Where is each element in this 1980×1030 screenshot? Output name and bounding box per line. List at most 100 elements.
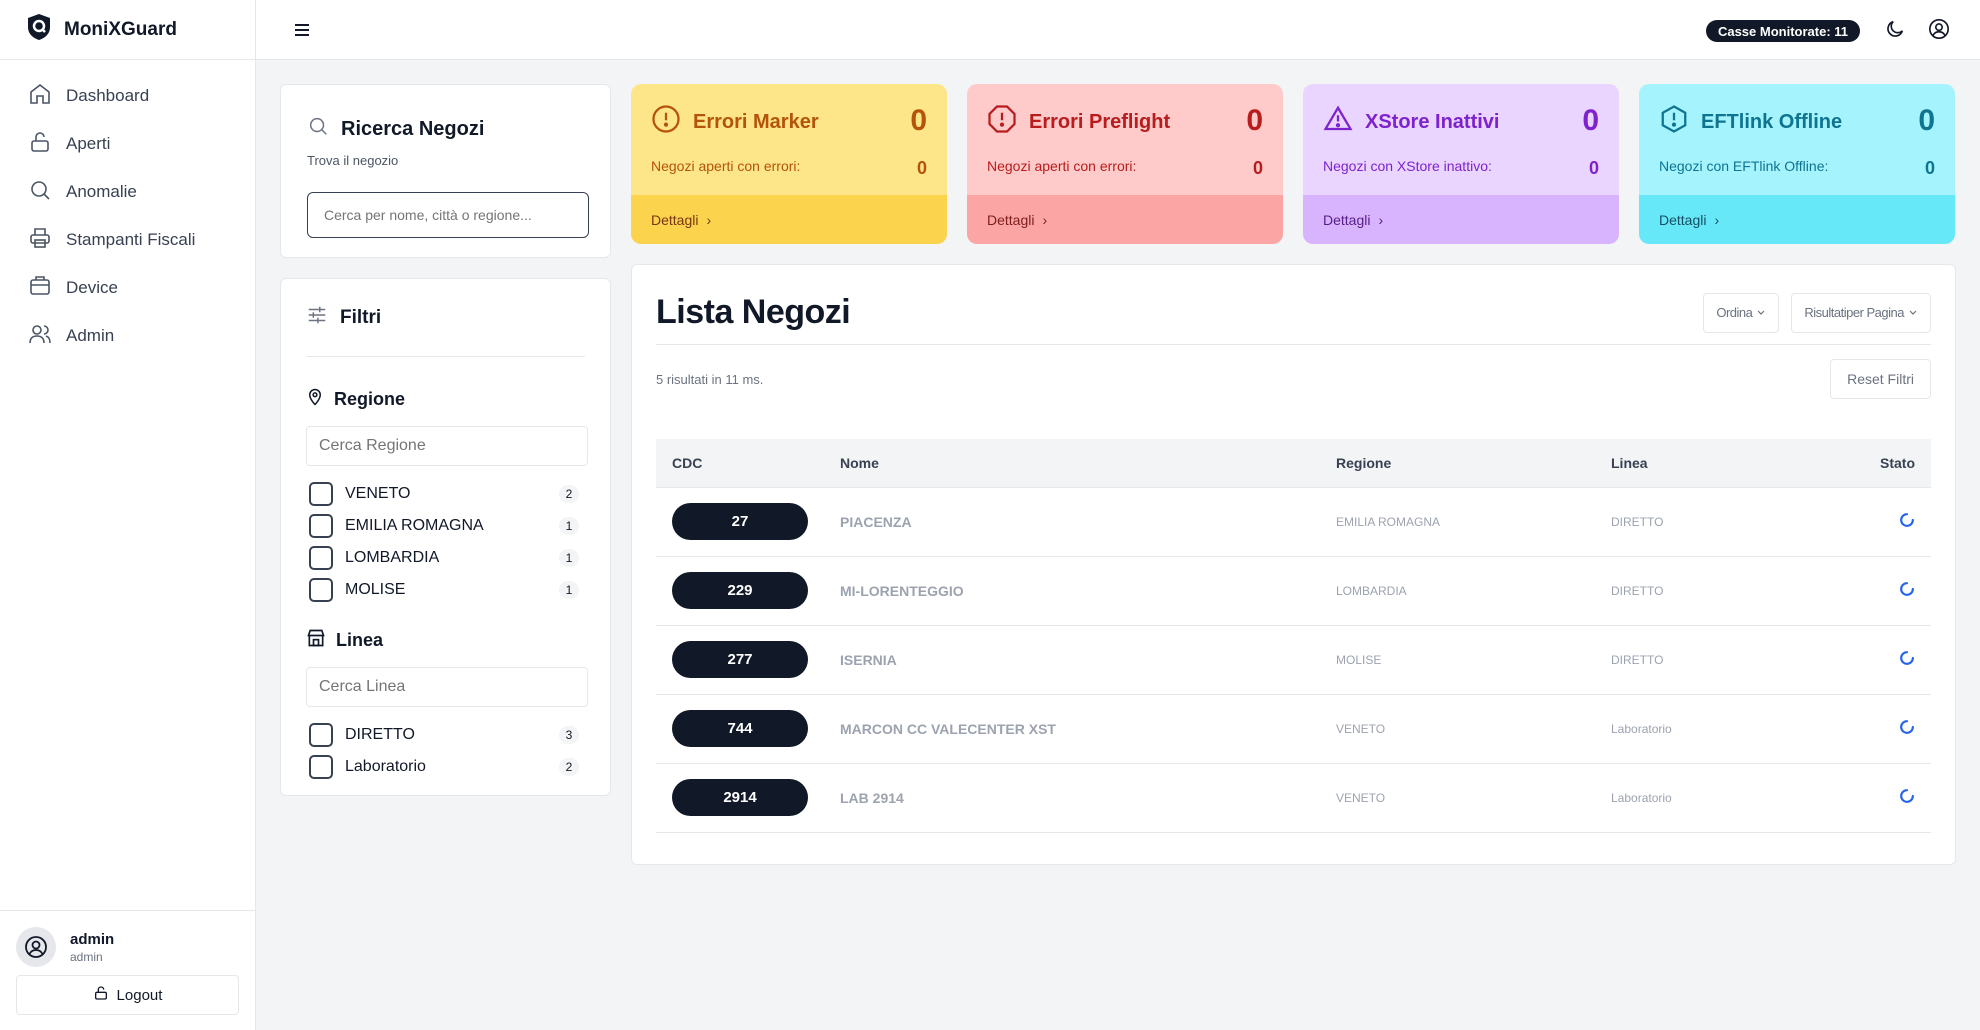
column-header-regione[interactable]: Regione — [1336, 439, 1611, 488]
store-icon — [306, 628, 326, 653]
filters-title: Filtri — [340, 306, 382, 328]
stat-card-xstore-inattivi: XStore Inattivi 0 Negozi con XStore inat… — [1303, 84, 1619, 244]
alert-octagon-icon — [987, 104, 1017, 140]
sidebar-item-dashboard[interactable]: Dashboard — [0, 72, 255, 120]
table-row[interactable]: 27 PIACENZA EMILIA ROMAGNA DIRETTO — [656, 487, 1931, 557]
alert-triangle-icon — [1323, 104, 1353, 140]
store-line: DIRETTO — [1611, 556, 1849, 626]
details-link[interactable]: Dettagli › — [967, 195, 1283, 244]
checkbox[interactable] — [309, 482, 333, 506]
per-page-dropdown[interactable]: Risultatiper Pagina — [1791, 292, 1931, 333]
stat-desc-value: 0 — [1252, 158, 1263, 178]
chevron-right-icon: › — [1378, 211, 1384, 228]
table-row[interactable]: 277 ISERNIA MOLISE DIRETTO — [656, 625, 1931, 695]
cdc-pill[interactable]: 277 — [672, 641, 808, 678]
sliders-icon — [306, 304, 328, 332]
store-name: MI-LORENTEGGIO — [840, 556, 1336, 626]
brand[interactable]: MoniXGuard — [0, 0, 255, 60]
user-circle-icon[interactable] — [1928, 18, 1950, 45]
search-icon — [28, 178, 52, 207]
stat-desc-value: 0 — [916, 158, 927, 178]
user-box: admin admin Logout — [0, 910, 256, 1030]
option-count: 1 — [559, 517, 579, 535]
column-header-stato[interactable]: Stato — [1849, 439, 1931, 488]
details-link[interactable]: Dettagli › — [1303, 195, 1619, 244]
search-subtitle: Trova il negozio — [307, 153, 399, 168]
sidebar-item-label: Stampanti Fiscali — [66, 230, 196, 249]
stat-desc: Negozi aperti con errori: — [987, 158, 1137, 174]
stat-value: 0 — [1918, 104, 1935, 137]
store-search-input[interactable] — [307, 192, 589, 238]
stat-card-errori-preflight: Errori Preflight 0 Negozi aperti con err… — [967, 84, 1283, 244]
map-pin-icon — [306, 387, 324, 412]
option-label: MOLISE — [345, 581, 406, 598]
alert-hexagon-icon — [1659, 104, 1689, 140]
sidebar-item-label: Aperti — [66, 134, 111, 153]
store-region: VENETO — [1336, 763, 1611, 833]
users-icon — [28, 322, 52, 351]
checkbox[interactable] — [309, 546, 333, 570]
hamburger-menu-icon[interactable] — [290, 18, 314, 42]
loading-spinner-icon — [1897, 510, 1917, 530]
checkbox[interactable] — [309, 578, 333, 602]
linea-search-input[interactable] — [306, 667, 588, 707]
regione-search-input[interactable] — [306, 426, 588, 466]
checkbox[interactable] — [309, 723, 333, 747]
store-region: EMILIA ROMAGNA — [1336, 487, 1611, 557]
filter-option-emilia-romagna[interactable]: EMILIA ROMAGNA 1 — [306, 510, 585, 542]
column-header-linea[interactable]: Linea — [1611, 439, 1849, 488]
store-name: PIACENZA — [840, 487, 1336, 557]
topbar: Casse Monitorate: 11 — [256, 0, 1980, 60]
sidebar-item-device[interactable]: Device — [0, 264, 255, 312]
store-region: VENETO — [1336, 694, 1611, 764]
option-label: Laboratorio — [345, 758, 426, 775]
cdc-pill[interactable]: 27 — [672, 503, 808, 540]
per-page-label: Risultatiper Pagina — [1804, 305, 1904, 320]
reset-filters-button[interactable]: Reset Filtri — [1830, 359, 1931, 399]
stat-desc-value: 0 — [1588, 158, 1599, 178]
table-row[interactable]: 229 MI-LORENTEGGIO LOMBARDIA DIRETTO — [656, 556, 1931, 626]
regione-section-header: Regione — [306, 387, 585, 412]
checkbox[interactable] — [309, 514, 333, 538]
search-icon — [307, 115, 329, 143]
logout-button[interactable]: Logout — [16, 975, 239, 1015]
filter-option-laboratorio[interactable]: Laboratorio 2 — [306, 751, 585, 783]
sidebar-item-stampanti[interactable]: Stampanti Fiscali — [0, 216, 255, 264]
avatar[interactable] — [16, 927, 56, 967]
unlock-icon — [28, 130, 52, 159]
table-row[interactable]: 744 MARCON CC VALECENTER XST VENETO Labo… — [656, 694, 1931, 764]
store-table: CDC Nome Regione Linea Stato 27 PIACENZA… — [656, 439, 1931, 833]
sidebar-item-anomalie[interactable]: Anomalie — [0, 168, 255, 216]
filter-option-veneto[interactable]: VENETO 2 — [306, 478, 585, 510]
stat-title: XStore Inattivi — [1365, 110, 1500, 133]
store-name: MARCON CC VALECENTER XST — [840, 694, 1336, 764]
user-role: admin — [70, 949, 103, 964]
filter-option-lombardia[interactable]: LOMBARDIA 1 — [306, 542, 585, 574]
details-link[interactable]: Dettagli › — [631, 195, 947, 244]
chevron-down-icon — [1908, 305, 1918, 320]
checkbox[interactable] — [309, 755, 333, 779]
details-link[interactable]: Dettagli › — [1639, 195, 1955, 244]
regione-label: Regione — [334, 389, 406, 409]
chevron-right-icon: › — [1042, 211, 1048, 228]
results-summary: 5 risultati in 11 ms. — [656, 371, 764, 387]
table-row[interactable]: 2914 LAB 2914 VENETO Laboratorio — [656, 763, 1931, 833]
search-title: Ricerca Negozi — [341, 117, 485, 140]
sidebar-item-admin[interactable]: Admin — [0, 312, 255, 360]
sidebar-item-aperti[interactable]: Aperti — [0, 120, 255, 168]
cdc-pill[interactable]: 2914 — [672, 779, 808, 816]
cdc-pill[interactable]: 744 — [672, 710, 808, 747]
filter-option-diretto[interactable]: DIRETTO 3 — [306, 719, 585, 751]
option-label: VENETO — [345, 485, 411, 502]
linea-section-header: Linea — [306, 628, 585, 653]
column-header-cdc[interactable]: CDC — [656, 439, 840, 488]
cdc-pill[interactable]: 229 — [672, 572, 808, 609]
chevron-right-icon: › — [1714, 211, 1720, 228]
stat-desc: Negozi con XStore inattivo: — [1323, 158, 1492, 174]
sidebar-item-label: Device — [66, 278, 118, 297]
moon-icon[interactable] — [1884, 18, 1906, 45]
sort-dropdown[interactable]: Ordina — [1703, 292, 1780, 333]
stat-desc-value: 0 — [1924, 158, 1935, 178]
filter-option-molise[interactable]: MOLISE 1 — [306, 574, 585, 606]
column-header-nome[interactable]: Nome — [840, 439, 1336, 488]
